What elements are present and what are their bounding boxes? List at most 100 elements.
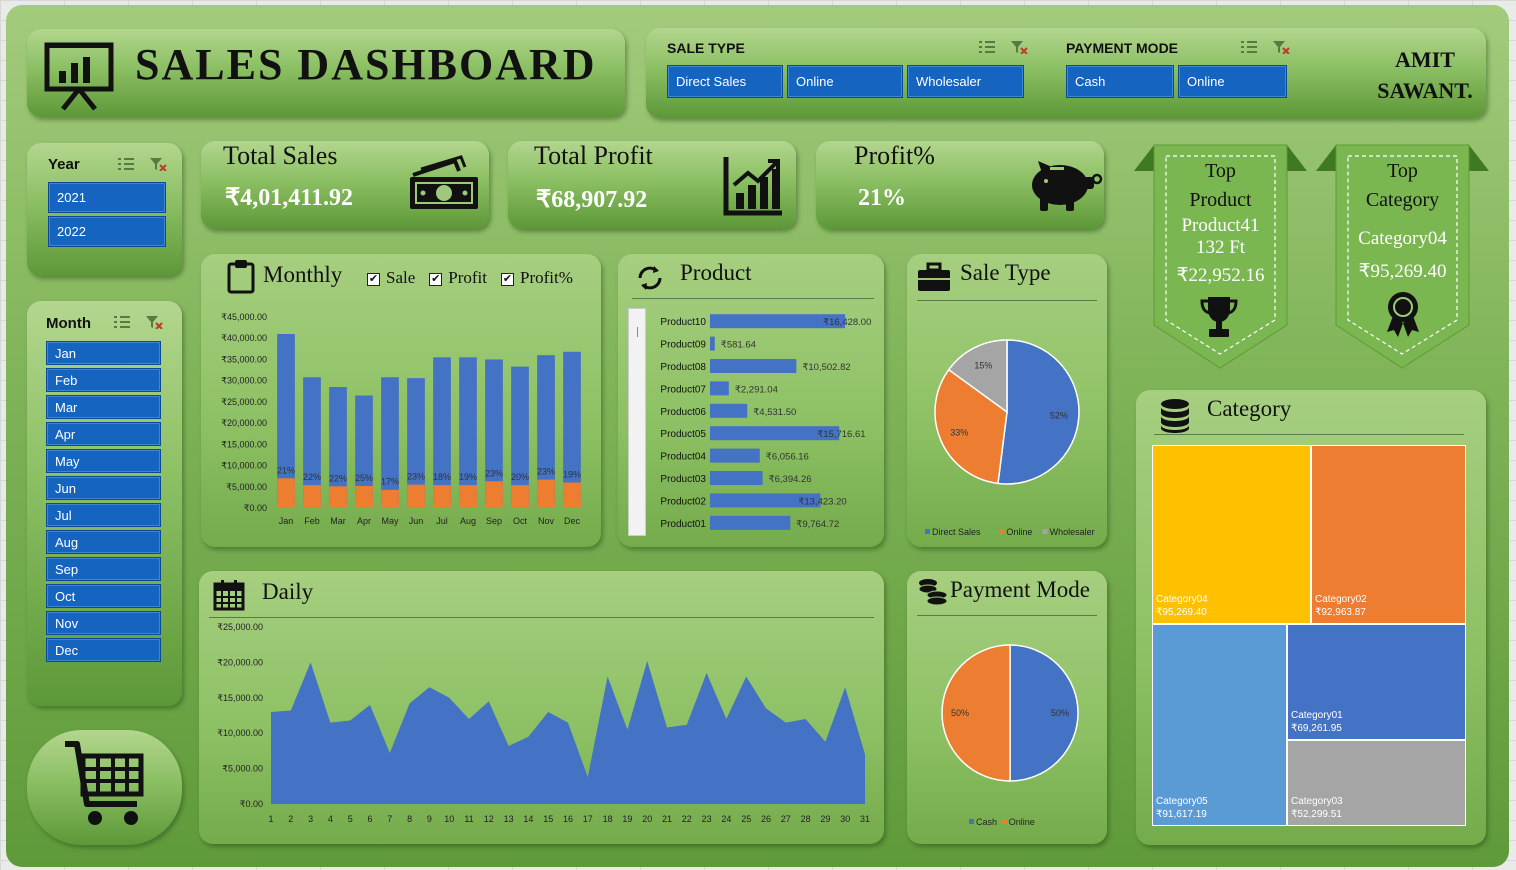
product-bar <box>710 471 763 485</box>
profit-percent-label: 23% <box>537 467 555 477</box>
x-tick-label: 3 <box>308 814 313 824</box>
slicer-item-month-aug[interactable]: Aug <box>46 530 161 554</box>
month-slicer-tools <box>113 315 163 329</box>
multi-select-icon[interactable] <box>113 315 131 329</box>
sale-type-panel: Sale Type 52% 33% 15% Direct Sales Online Who… <box>907 254 1107 547</box>
x-tick-label: 8 <box>407 814 412 824</box>
x-tick-label: 18 <box>603 814 613 824</box>
multi-select-icon[interactable] <box>1240 40 1258 54</box>
product-value-label: ₹6,394.26 <box>769 474 812 485</box>
profit-percent-label: 19% <box>563 470 581 480</box>
treemap-label-name: Category03 <box>1291 796 1343 807</box>
money-icon <box>410 155 478 209</box>
monthly-chart-title: Monthly <box>263 262 343 287</box>
y-tick-label: ₹5,000.00 <box>226 482 267 492</box>
y-tick-label: ₹25,000.00 <box>217 622 263 632</box>
slicer-item-month-jul[interactable]: Jul <box>46 503 161 527</box>
product-title-rule <box>632 298 874 299</box>
slicer-item-2022[interactable]: 2022 <box>48 216 166 247</box>
slicer-item-month-oct[interactable]: Oct <box>46 584 161 608</box>
clear-filter-icon[interactable] <box>149 157 167 171</box>
scrollbar-thumb[interactable] <box>637 327 638 337</box>
x-tick-label: Oct <box>513 516 528 526</box>
product-axis-label: Product07 <box>660 384 706 395</box>
slicer-item-month-jan[interactable]: Jan <box>46 341 161 365</box>
x-tick-label: Feb <box>304 516 320 526</box>
multi-select-icon[interactable] <box>978 40 996 54</box>
treemap-cell-category03[interactable]: Category03 ₹52,299.51 <box>1287 740 1466 826</box>
treemap-cell-category05[interactable]: Category05 ₹91,617.19 <box>1152 624 1287 826</box>
slicer-item-month-jun[interactable]: Jun <box>46 476 161 500</box>
product-value-label: ₹10,502.82 <box>802 362 850 373</box>
slicer-item-month-mar[interactable]: Mar <box>46 395 161 419</box>
slicer-item-month-may[interactable]: May <box>46 449 161 473</box>
slicer-item-2021[interactable]: 2021 <box>48 182 166 213</box>
total-sales-card: Total Sales ₹4,01,411.92 <box>201 141 489 229</box>
y-tick-label: ₹40,000.00 <box>221 333 267 343</box>
profit-toggle[interactable]: ✔ Profit <box>429 268 487 288</box>
x-tick-label: Jan <box>279 516 294 526</box>
profit-bar <box>381 489 399 508</box>
slicer-item-cash[interactable]: Cash <box>1066 65 1174 98</box>
x-tick-label: 11 <box>464 814 473 824</box>
slicer-item-month-feb[interactable]: Feb <box>46 368 161 392</box>
profit-percent-checkbox[interactable]: ✔ <box>501 272 515 286</box>
treemap-cell-category02[interactable]: Category02 ₹92,963.87 <box>1311 445 1466 624</box>
product-value-label: ₹9,764.72 <box>796 519 839 530</box>
monthly-chart-panel: Monthly ✔ Sale ✔ Profit ✔ Profit% ₹0.00 ₹5,0… <box>201 254 601 547</box>
profit-percent-toggle-label: Profit% <box>520 268 573 287</box>
legend-label: Online <box>1009 817 1035 827</box>
treemap-label-value: ₹52,299.51 <box>1291 809 1342 820</box>
treemap-cell-category01[interactable]: Category01 ₹69,261.95 <box>1287 624 1466 740</box>
legend-label: Wholesaler <box>1050 527 1095 537</box>
slicer-item-month-nov[interactable]: Nov <box>46 611 161 635</box>
slicer-item-wholesaler[interactable]: Wholesaler <box>907 65 1024 98</box>
treemap-label-value: ₹92,963.87 <box>1315 607 1366 618</box>
top-category-name: Category04 <box>1358 228 1447 249</box>
slicer-item-month-dec[interactable]: Dec <box>46 638 161 662</box>
product-value-label: ₹16,428.00 <box>823 317 871 328</box>
clear-filter-icon[interactable] <box>145 315 163 329</box>
profit-percent-label: 22% <box>329 473 347 483</box>
product-bar <box>710 448 760 463</box>
x-tick-label: 24 <box>721 814 731 824</box>
clear-filter-icon[interactable] <box>1010 40 1028 54</box>
calendar-icon <box>213 580 245 611</box>
y-tick-label: ₹10,000.00 <box>221 461 267 471</box>
top-category-heading-1: Top <box>1387 160 1418 182</box>
top-category-value: ₹95,269.40 <box>1358 261 1447 282</box>
sale-toggle[interactable]: ✔ Sale <box>367 268 415 288</box>
profit-percent-toggle[interactable]: ✔ Profit% <box>501 268 573 288</box>
profit-bar <box>303 485 321 508</box>
year-slicer-tools <box>117 157 167 171</box>
product-scrollbar[interactable] <box>628 308 646 536</box>
profit-toggle-label: Profit <box>448 268 488 287</box>
y-tick-label: ₹0.00 <box>240 799 263 809</box>
product-bar <box>710 359 797 373</box>
slicer-item-direct-sales[interactable]: Direct Sales <box>667 65 783 98</box>
treemap-label-name: Category01 <box>1291 710 1343 721</box>
profit-percent-label: Profit% <box>854 141 935 170</box>
profit-checkbox[interactable]: ✔ <box>429 272 443 286</box>
profit-bar <box>329 486 347 508</box>
x-tick-label: 6 <box>367 814 372 824</box>
slicer-item-month-sep[interactable]: Sep <box>46 557 161 581</box>
slicer-item-online-saletype[interactable]: Online <box>787 65 903 98</box>
x-tick-label: Jun <box>409 516 424 526</box>
sale-checkbox[interactable]: ✔ <box>367 272 380 286</box>
treemap-cell-category04[interactable]: Category04 ₹95,269.40 <box>1152 445 1311 624</box>
year-slicer: Year 2021 2022 <box>27 143 182 276</box>
slicer-item-month-apr[interactable]: Apr <box>46 422 161 446</box>
profit-bar <box>433 485 451 508</box>
profit-percent-label: 17% <box>381 477 399 487</box>
x-tick-label: 28 <box>801 814 811 824</box>
profit-percent-label: 20% <box>511 472 529 482</box>
legend-swatch <box>969 819 974 824</box>
profit-bar <box>563 482 581 508</box>
multi-select-icon[interactable] <box>117 157 135 171</box>
daily-sales-area <box>271 660 865 804</box>
legend-swatch <box>1001 819 1007 824</box>
slicer-item-online-payment[interactable]: Online <box>1178 65 1287 98</box>
clear-filter-icon[interactable] <box>1272 40 1290 54</box>
x-tick-label: Mar <box>330 516 346 526</box>
